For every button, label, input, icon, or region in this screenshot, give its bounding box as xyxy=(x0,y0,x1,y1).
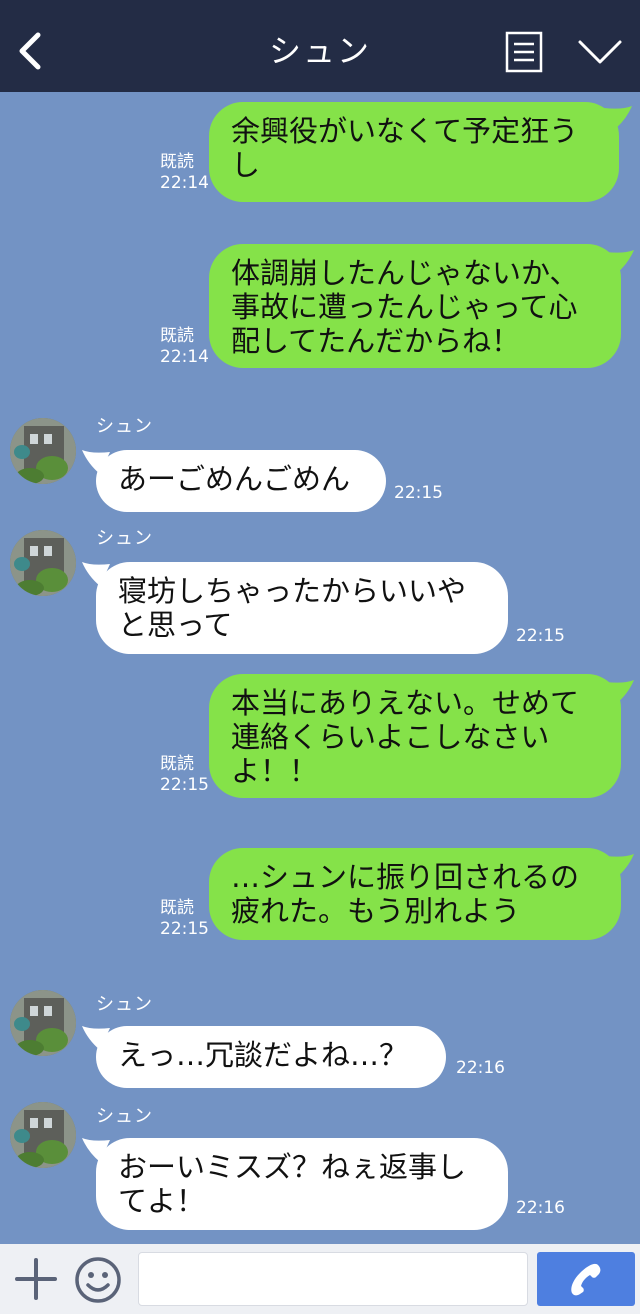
message-time: 22:15 xyxy=(160,919,209,939)
read-status: 既読 22:15 xyxy=(160,754,209,796)
attach-button[interactable] xyxy=(14,1256,58,1302)
read-status: 既読 22:14 xyxy=(160,326,209,368)
message-time: 22:14 xyxy=(160,347,209,367)
message-text: 体調崩したんじゃないか、事故に遭ったんじゃって心配してたんだからね！ xyxy=(231,256,579,358)
avatar[interactable] xyxy=(10,530,76,596)
message-text: あーごめんごめん xyxy=(118,462,351,496)
avatar-image xyxy=(10,990,76,1056)
read-label: 既読 xyxy=(160,898,194,918)
avatar-image xyxy=(10,1102,76,1168)
message-bubble[interactable]: あーごめんごめん xyxy=(96,450,386,512)
message-time: 22:15 xyxy=(516,626,565,646)
message-time: 22:15 xyxy=(394,483,443,503)
collapse-button[interactable] xyxy=(574,36,626,68)
message-bubble[interactable]: えっ…冗談だよね…？ xyxy=(96,1026,446,1088)
menu-button[interactable] xyxy=(504,30,544,74)
avatar[interactable] xyxy=(10,1102,76,1168)
message-text: 本当にありえない。せめて連絡くらいよこしなさいよ！！ xyxy=(231,686,580,788)
avatar[interactable] xyxy=(10,418,76,484)
message-text: 寝坊しちゃったからいいやと思って xyxy=(118,574,467,642)
sender-name: シュン xyxy=(96,528,153,549)
chat-area[interactable]: 既読 22:14 余興役がいなくて予定狂うし 既読 22:14 体調崩したんじゃ… xyxy=(0,92,640,1244)
phone-icon xyxy=(571,1263,601,1296)
emoji-button[interactable] xyxy=(74,1256,122,1304)
avatar[interactable] xyxy=(10,990,76,1056)
message-input[interactable] xyxy=(138,1252,528,1306)
message-bubble[interactable]: 本当にありえない。せめて連絡くらいよこしなさいよ！！ xyxy=(209,674,621,798)
message-text: …シュンに振り回されるの疲れた。もう別れよう xyxy=(231,860,580,928)
read-label: 既読 xyxy=(160,326,194,346)
bubble-tail xyxy=(606,680,634,704)
bubble-tail xyxy=(606,854,634,878)
menu-list-icon xyxy=(505,31,543,73)
chevron-down-icon xyxy=(578,40,622,64)
message-text: えっ…冗談だよね…？ xyxy=(118,1038,409,1072)
message-time: 22:16 xyxy=(516,1198,565,1218)
composer-bar xyxy=(0,1244,640,1314)
message-bubble[interactable]: 体調崩したんじゃないか、事故に遭ったんじゃって心配してたんだからね！ xyxy=(209,244,621,368)
message-bubble[interactable]: おーいミスズ？ねぇ返事してよ！ xyxy=(96,1138,508,1230)
read-label: 既読 xyxy=(160,152,194,172)
message-time: 22:15 xyxy=(160,775,209,795)
read-status: 既読 22:14 xyxy=(160,152,209,194)
avatar-image xyxy=(10,530,76,596)
avatar-image xyxy=(10,418,76,484)
plus-icon xyxy=(15,1258,57,1300)
read-label: 既読 xyxy=(160,754,194,774)
message-text: 余興役がいなくて予定狂うし xyxy=(231,114,579,182)
message-time: 22:16 xyxy=(456,1058,505,1078)
call-button[interactable] xyxy=(537,1252,635,1306)
smiley-icon xyxy=(75,1257,121,1303)
message-bubble[interactable]: …シュンに振り回されるの疲れた。もう別れよう xyxy=(209,848,621,940)
message-bubble[interactable]: 余興役がいなくて予定狂うし xyxy=(209,102,619,202)
sender-name: シュン xyxy=(96,1106,153,1127)
bubble-tail xyxy=(606,250,634,274)
read-status: 既読 22:15 xyxy=(160,898,209,940)
message-time: 22:14 xyxy=(160,173,209,193)
message-bubble[interactable]: 寝坊しちゃったからいいやと思って xyxy=(96,562,508,654)
chat-header: シュン xyxy=(0,0,640,92)
sender-name: シュン xyxy=(96,994,153,1015)
bubble-tail xyxy=(604,106,632,130)
sender-name: シュン xyxy=(96,416,153,437)
message-text: おーいミスズ？ねぇ返事してよ！ xyxy=(118,1150,467,1218)
chat-title: シュン xyxy=(268,32,371,70)
